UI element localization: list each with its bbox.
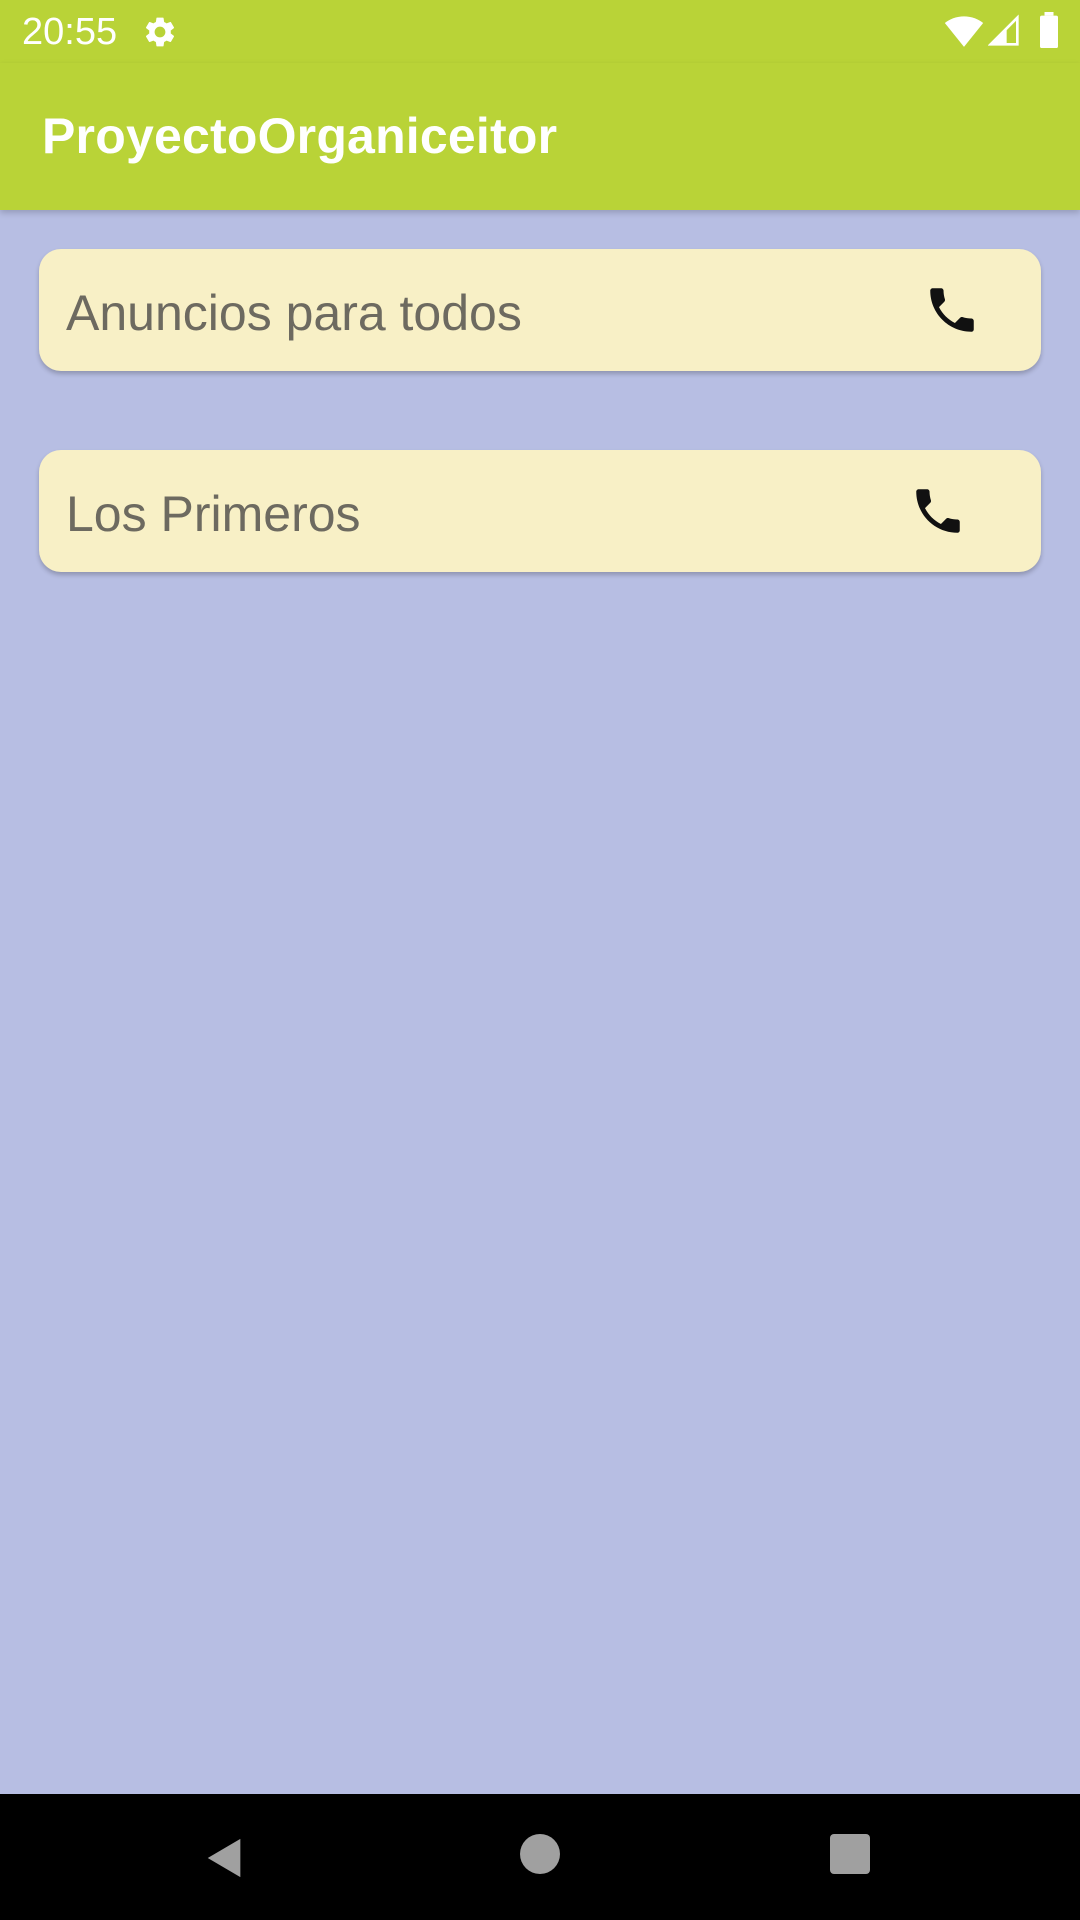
signal-icon (988, 14, 1019, 46)
app-title: ProyectoOrganiceitor (42, 108, 558, 164)
list-item-los-primeros[interactable]: Los Primeros (39, 450, 1041, 572)
status-bar: 20:55 (0, 0, 1080, 63)
recents-icon[interactable] (830, 1834, 870, 1874)
wifi-icon (944, 16, 984, 47)
phone-icon[interactable] (909, 482, 967, 540)
list-item-label: Los Primeros (66, 486, 361, 542)
back-icon[interactable] (202, 1834, 248, 1882)
gear-icon (145, 17, 175, 47)
list-item-anuncios[interactable]: Anuncios para todos (39, 249, 1041, 371)
app-bar: ProyectoOrganiceitor (0, 63, 1080, 210)
home-icon[interactable] (520, 1834, 560, 1874)
phone-icon[interactable] (923, 281, 981, 339)
navigation-bar (0, 1794, 1080, 1920)
list-item-label: Anuncios para todos (66, 285, 522, 341)
battery-icon (1040, 12, 1058, 48)
status-time: 20:55 (22, 11, 118, 53)
